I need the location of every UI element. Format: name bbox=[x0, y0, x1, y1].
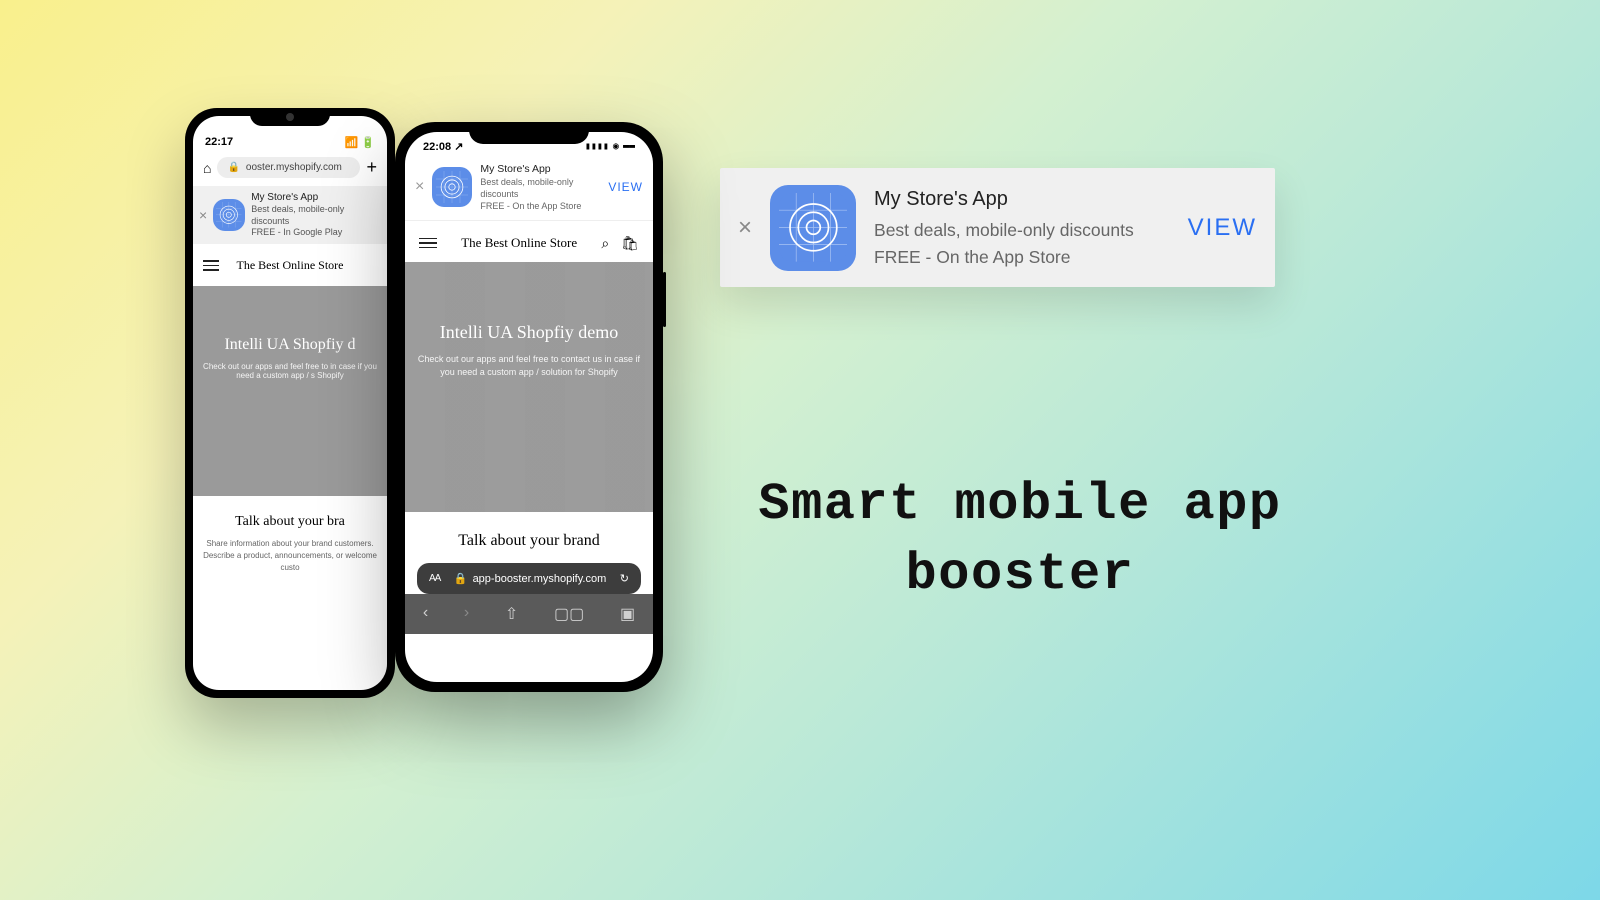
banner-text: My Store's App Best deals, mobile-only d… bbox=[874, 184, 1170, 271]
android-time: 22:17 bbox=[205, 136, 233, 149]
menu-icon[interactable] bbox=[419, 238, 437, 249]
app-icon bbox=[770, 185, 856, 271]
banner-text: My Store's App Best deals, mobile-only d… bbox=[480, 162, 600, 213]
url-pill[interactable]: 🔒 ooster.myshopify.com bbox=[217, 157, 360, 178]
banner-line: FREE - On the App Store bbox=[480, 200, 600, 212]
brand-block: Talk about your brand bbox=[405, 512, 653, 570]
bookmarks-icon[interactable]: ▢▢ bbox=[554, 604, 584, 624]
store-title: The Best Online Store bbox=[437, 235, 601, 251]
android-url: ooster.myshopify.com bbox=[246, 162, 342, 173]
new-tab-icon[interactable]: + bbox=[366, 157, 377, 178]
hero-subtitle: Check out our apps and feel free to cont… bbox=[417, 353, 641, 380]
lock-icon: 🔒 bbox=[454, 572, 468, 585]
tabs-icon[interactable]: ▣ bbox=[620, 604, 635, 624]
store-header: The Best Online Store ⌕ 🛍 bbox=[405, 221, 653, 262]
store-header: The Best Online Store bbox=[193, 244, 387, 286]
app-icon bbox=[213, 199, 245, 231]
reload-icon[interactable]: ↻ bbox=[620, 572, 629, 585]
smart-banner-android[interactable]: × My Store's App Best deals, mobile-only… bbox=[193, 186, 387, 244]
view-button[interactable]: VIEW bbox=[608, 180, 643, 194]
banner-line: Best deals, mobile-only discounts bbox=[480, 176, 600, 200]
iphone-status-icons: ▮▮▮▮◉▬▬ bbox=[585, 140, 635, 153]
cart-icon[interactable]: 🛍 bbox=[621, 235, 639, 252]
iphone-time: 22:08 ↗ bbox=[423, 140, 463, 153]
banner-title: My Store's App bbox=[874, 184, 1170, 215]
lock-icon: 🔒 bbox=[227, 162, 239, 173]
headline: Smart mobile app booster bbox=[720, 470, 1320, 610]
back-icon[interactable]: ‹ bbox=[423, 604, 428, 624]
banner-line: FREE - On the App Store bbox=[874, 244, 1170, 271]
text-size-icon[interactable]: AA bbox=[429, 573, 440, 584]
app-icon bbox=[432, 167, 472, 207]
hero-section: Intelli UA Shopfiy d Check out our apps … bbox=[193, 286, 387, 496]
store-title: The Best Online Store bbox=[219, 258, 361, 272]
home-icon[interactable]: ⌂ bbox=[203, 160, 211, 176]
search-icon[interactable]: ⌕ bbox=[601, 235, 609, 252]
home-indicator bbox=[474, 672, 584, 676]
safari-url-bar[interactable]: AA 🔒 app-booster.myshopify.com ↻ bbox=[417, 563, 641, 594]
brand-title: Talk about your bra bbox=[203, 514, 377, 530]
banner-line: Best deals, mobile-only discounts bbox=[251, 204, 381, 227]
share-icon[interactable]: ⇧ bbox=[505, 604, 518, 624]
close-icon[interactable]: × bbox=[738, 214, 752, 242]
menu-icon[interactable] bbox=[203, 260, 219, 271]
brand-block: Talk about your bra Share information ab… bbox=[193, 496, 387, 592]
close-icon[interactable]: × bbox=[199, 207, 207, 223]
banner-line: FREE - In Google Play bbox=[251, 227, 381, 239]
view-button[interactable]: VIEW bbox=[1188, 214, 1257, 242]
safari-toolbar: ‹ › ⇧ ▢▢ ▣ bbox=[405, 594, 653, 634]
close-icon[interactable]: × bbox=[415, 178, 424, 196]
banner-title: My Store's App bbox=[480, 162, 600, 176]
iphone-url: app-booster.myshopify.com bbox=[473, 573, 607, 585]
hero-title: Intelli UA Shopfiy demo bbox=[417, 322, 641, 343]
banner-title: My Store's App bbox=[251, 191, 381, 204]
hero-title: Intelli UA Shopfiy d bbox=[203, 336, 377, 354]
brand-body: Share information about your brand custo… bbox=[203, 538, 377, 574]
android-phone-mockup: 22:17 📶 🔋 ⌂ 🔒 ooster.myshopify.com + × M… bbox=[185, 108, 395, 698]
android-status-icons: 📶 🔋 bbox=[345, 136, 375, 149]
android-address-bar[interactable]: ⌂ 🔒 ooster.myshopify.com + bbox=[193, 153, 387, 186]
smart-banner-ios[interactable]: × My Store's App Best deals, mobile-only… bbox=[405, 155, 653, 221]
hero-subtitle: Check out our apps and feel free to in c… bbox=[203, 362, 377, 380]
iphone-mockup: 22:08 ↗ ▮▮▮▮◉▬▬ × My Store's App Best de… bbox=[395, 122, 663, 692]
forward-icon[interactable]: › bbox=[464, 604, 469, 624]
banner-line: Best deals, mobile-only discounts bbox=[874, 217, 1170, 244]
smart-banner-large[interactable]: × My Store's App Best deals, mobile-only… bbox=[720, 168, 1275, 287]
banner-text: My Store's App Best deals, mobile-only d… bbox=[251, 191, 381, 239]
brand-title: Talk about your brand bbox=[417, 532, 641, 550]
hero-section: Intelli UA Shopfiy demo Check out our ap… bbox=[405, 262, 653, 512]
